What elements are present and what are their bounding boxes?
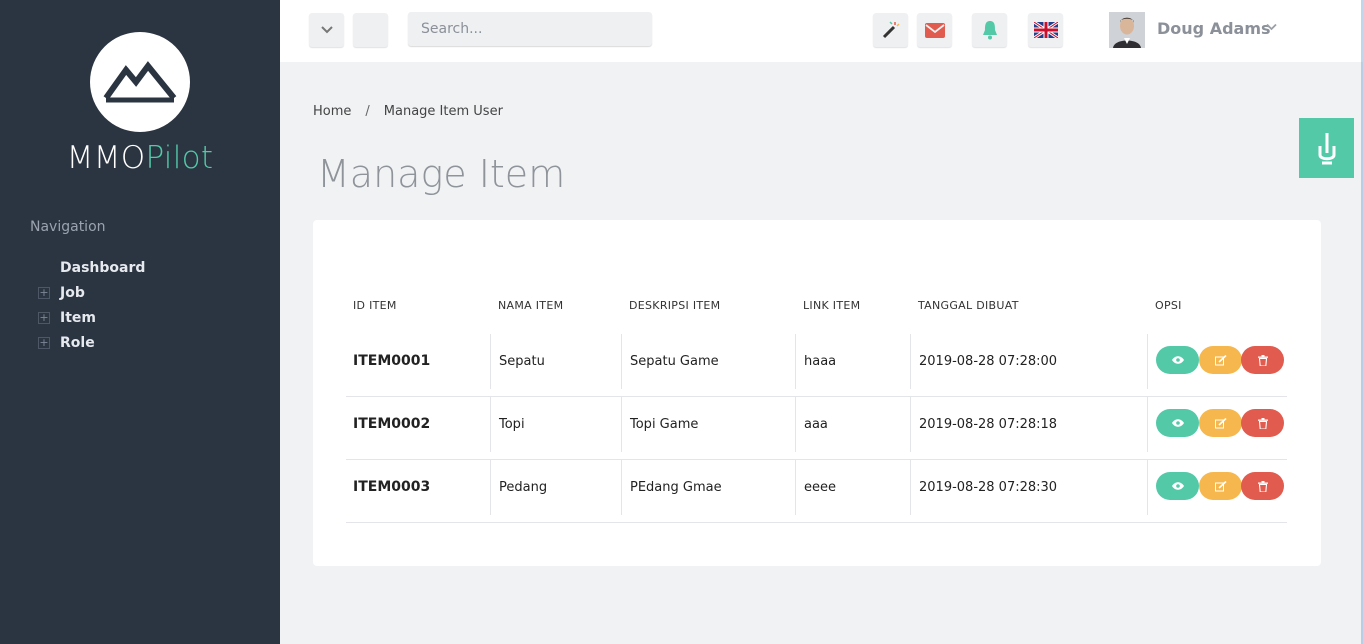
trash-icon (1257, 417, 1268, 429)
cell-id: ITEM0002 (353, 416, 431, 432)
edit-icon (1214, 354, 1227, 365)
eye-icon (1171, 356, 1184, 364)
eye-icon (1171, 482, 1184, 490)
bell-icon (982, 21, 997, 40)
tap-hand-icon (1318, 133, 1335, 165)
avatar[interactable] (1109, 12, 1145, 48)
brand-name: MMOPilot (0, 140, 280, 176)
mountain-logo-icon (103, 61, 177, 103)
row-actions (1147, 334, 1287, 389)
sidebar-item-label: Job (60, 285, 85, 301)
sidebar-item-role[interactable]: + Role (0, 333, 280, 358)
delete-button[interactable] (1241, 409, 1284, 437)
brand-part-2: Pilot (145, 140, 214, 176)
user-name[interactable]: Doug Adams (1157, 19, 1271, 38)
cell-date: 2019-08-28 07:28:30 (910, 460, 1147, 515)
sidebar-item-label: Role (60, 335, 95, 351)
expand-icon[interactable]: + (38, 287, 50, 299)
cell-date: 2019-08-28 07:28:18 (910, 397, 1147, 452)
trash-icon (1257, 354, 1268, 366)
chevron-down-icon (320, 26, 333, 34)
column-header-id: ID ITEM (353, 299, 397, 312)
table-row: ITEM0001 Sepatu Sepatu Game haaa 2019-08… (346, 334, 1287, 397)
cell-date: 2019-08-28 07:28:00 (910, 334, 1147, 389)
cell-description: Sepatu Game (621, 334, 795, 389)
breadcrumb-home[interactable]: Home (313, 104, 351, 119)
delete-button[interactable] (1241, 346, 1284, 374)
user-avatar-icon (1109, 12, 1145, 48)
edit-icon (1214, 480, 1227, 491)
cell-link: aaa (795, 397, 910, 452)
cell-link: haaa (795, 334, 910, 389)
magic-wand-icon (882, 21, 900, 39)
logo (90, 32, 190, 132)
language-button[interactable] (1028, 13, 1063, 47)
cell-name: Topi (490, 397, 621, 452)
topbar: Doug Adams (280, 0, 1363, 62)
cell-name: Pedang (490, 460, 621, 515)
sidebar-item-label: Dashboard (60, 260, 146, 276)
edit-button[interactable] (1199, 409, 1242, 437)
search-input[interactable] (408, 12, 652, 46)
sidebar-item-job[interactable]: + Job (0, 283, 280, 308)
sidebar-item-item[interactable]: + Item (0, 308, 280, 333)
cell-description: Topi Game (621, 397, 795, 452)
breadcrumb-current: Manage Item User (383, 104, 503, 119)
settings-tab-button[interactable] (1299, 118, 1354, 178)
uk-flag-icon (1033, 22, 1058, 38)
column-header-link: LINK ITEM (803, 299, 861, 312)
view-button[interactable] (1156, 346, 1199, 374)
column-header-options: OPSI (1155, 299, 1182, 312)
sidebar: MMOPilot Navigation Dashboard + Job + It… (0, 0, 280, 644)
edit-button[interactable] (1199, 472, 1242, 500)
cell-id: ITEM0003 (353, 479, 431, 495)
cell-name: Sepatu (490, 334, 621, 389)
trash-icon (1257, 480, 1268, 492)
view-button[interactable] (1156, 472, 1199, 500)
nav-list: Dashboard + Job + Item + Role (0, 258, 280, 358)
cell-link: eeee (795, 460, 910, 515)
column-header-description: DESKRIPSI ITEM (629, 299, 721, 312)
breadcrumb-separator: / (365, 104, 370, 119)
nav-heading: Navigation (30, 219, 106, 235)
sidebar-item-label: Item (60, 310, 96, 326)
column-header-date: TANGGAL DIBUAT (918, 299, 1019, 312)
sidebar-item-dashboard[interactable]: Dashboard (0, 258, 280, 283)
breadcrumb: Home / Manage Item User (313, 104, 503, 119)
chevron-down-icon[interactable] (1266, 23, 1277, 31)
brand-part-1: MMO (66, 140, 146, 176)
eye-icon (1171, 419, 1184, 427)
expand-icon[interactable]: + (38, 337, 50, 349)
delete-button[interactable] (1241, 472, 1284, 500)
cell-id: ITEM0001 (353, 353, 431, 369)
collapse-button[interactable] (309, 13, 344, 47)
column-header-name: NAMA ITEM (498, 299, 564, 312)
edit-icon (1214, 417, 1227, 428)
table-row: ITEM0003 Pedang PEdang Gmae eeee 2019-08… (346, 460, 1287, 523)
page-title: Manage Item (317, 152, 566, 196)
cell-description: PEdang Gmae (621, 460, 795, 515)
row-actions (1147, 397, 1287, 452)
blank-button[interactable] (353, 13, 388, 47)
notifications-button[interactable] (972, 13, 1007, 47)
magic-wand-button[interactable] (873, 13, 908, 47)
view-button[interactable] (1156, 409, 1199, 437)
mail-button[interactable] (917, 13, 952, 47)
table-row: ITEM0002 Topi Topi Game aaa 2019-08-28 0… (346, 397, 1287, 460)
envelope-icon (924, 22, 945, 38)
expand-icon[interactable]: + (38, 312, 50, 324)
row-actions (1147, 460, 1287, 515)
edit-button[interactable] (1199, 346, 1242, 374)
